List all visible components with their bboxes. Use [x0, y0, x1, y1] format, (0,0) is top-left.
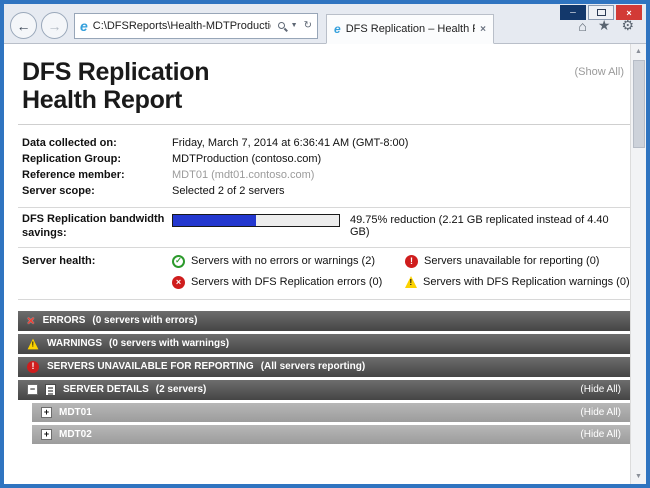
scroll-down-icon[interactable]: ▼ — [631, 469, 647, 484]
health-item-errors: × Servers with DFS Replication errors (0… — [172, 276, 397, 289]
close-button[interactable]: × — [616, 5, 642, 20]
forward-button[interactable]: → — [41, 12, 68, 39]
tab-close-icon[interactable]: × — [480, 24, 486, 35]
health-item-text: Servers with no errors or warnings (2) — [191, 255, 375, 267]
section-detail: (2 servers) — [156, 384, 207, 395]
field-value: Selected 2 of 2 servers — [172, 185, 285, 197]
address-url[interactable]: C:\DFSReports\Health-MDTProduction-07M — [93, 20, 271, 32]
maximize-button[interactable] — [588, 5, 614, 20]
section-detail: (All servers reporting) — [261, 361, 365, 372]
tab-title: DFS Replication – Health Re... — [346, 23, 475, 35]
ie-page-icon: e — [80, 19, 88, 33]
bandwidth-label: DFS Replication bandwidth savings: — [22, 213, 172, 241]
field-reference-member: Reference member: MDT01 (mdt01.contoso.c… — [22, 169, 630, 181]
minimize-button[interactable]: ─ — [560, 5, 586, 20]
health-item-text: Servers unavailable for reporting (0) — [424, 255, 599, 267]
section-warnings[interactable]: WARNINGS (0 servers with warnings) — [18, 334, 630, 354]
field-replication-group: Replication Group: MDTProduction (contos… — [22, 153, 630, 165]
field-data-collected: Data collected on: Friday, March 7, 2014… — [22, 137, 630, 149]
ie-tab-icon: e — [334, 23, 341, 35]
expand-icon[interactable]: + — [41, 429, 52, 440]
section-unavailable[interactable]: ! SERVERS UNAVAILABLE FOR REPORTING (All… — [18, 357, 630, 377]
collapse-icon[interactable]: − — [27, 384, 38, 395]
page-title-line2: Health Report — [22, 86, 182, 114]
health-item-warnings: Servers with DFS Replication warnings (0… — [405, 276, 630, 289]
section-errors[interactable]: × ERRORS (0 servers with errors) — [18, 311, 630, 331]
hide-all-link[interactable]: (Hide All) — [580, 384, 621, 395]
hide-all-link[interactable]: (Hide All) — [580, 429, 621, 440]
green-check-icon: ✓ — [172, 255, 185, 268]
section-detail: (0 servers with errors) — [92, 315, 197, 326]
scrollbar-thumb[interactable] — [633, 60, 645, 148]
error-x-icon: × — [27, 314, 35, 327]
field-value: Friday, March 7, 2014 at 6:36:41 AM (GMT… — [172, 137, 408, 149]
section-detail: (0 servers with warnings) — [109, 338, 229, 349]
vertical-scrollbar[interactable]: ▲ ▼ — [630, 44, 646, 484]
refresh-icon[interactable]: ↻ — [304, 20, 312, 31]
server-row-mdt02[interactable]: + MDT02 (Hide All) — [32, 425, 630, 444]
address-dropdown-icon[interactable]: ▼ — [291, 22, 298, 29]
section-server-details[interactable]: − SERVER DETAILS (2 servers) (Hide All) — [18, 380, 630, 400]
server-health-row: Server health: ✓ Servers with no errors … — [18, 247, 630, 300]
address-bar[interactable]: e C:\DFSReports\Health-MDTProduction-07M… — [74, 13, 318, 39]
bandwidth-text: 49.75% reduction (2.21 GB replicated ins… — [350, 213, 630, 238]
browser-toolbar: ← → e C:\DFSReports\Health-MDTProduction… — [4, 4, 646, 44]
page-content: DFS Replication Health Report (Show All)… — [4, 44, 646, 484]
server-name: MDT01 — [59, 407, 92, 418]
server-row-mdt01[interactable]: + MDT01 (Hide All) — [32, 403, 630, 422]
section-title: WARNINGS — [47, 338, 102, 349]
report-summary-fields: Data collected on: Friday, March 7, 2014… — [18, 125, 630, 207]
field-label: Reference member: — [22, 169, 172, 181]
server-health-grid: ✓ Servers with no errors or warnings (2)… — [172, 255, 630, 289]
hide-all-link[interactable]: (Hide All) — [580, 407, 621, 418]
warning-triangle-icon — [28, 338, 39, 349]
health-item-text: Servers with DFS Replication errors (0) — [191, 276, 382, 288]
search-icon[interactable] — [278, 22, 285, 29]
tab-dfs-replication-health-report[interactable]: e DFS Replication – Health Re... × — [326, 14, 494, 44]
health-item-ok: ✓ Servers with no errors or warnings (2) — [172, 255, 397, 268]
section-title: SERVERS UNAVAILABLE FOR REPORTING — [47, 361, 254, 372]
expand-icon[interactable]: + — [41, 407, 52, 418]
back-button[interactable]: ← — [10, 12, 37, 39]
field-value: MDTProduction (contoso.com) — [172, 153, 321, 165]
red-exclamation-icon: ! — [27, 361, 39, 373]
health-item-unavailable: ! Servers unavailable for reporting (0) — [405, 255, 630, 268]
field-label: Data collected on: — [22, 137, 172, 149]
field-label: Replication Group: — [22, 153, 172, 165]
page-title-line1: DFS Replication — [22, 58, 209, 86]
field-server-scope: Server scope: Selected 2 of 2 servers — [22, 185, 630, 197]
report-sections: × ERRORS (0 servers with errors) WARNING… — [18, 311, 630, 444]
server-health-label: Server health: — [22, 255, 172, 289]
maximize-icon — [597, 9, 606, 16]
field-value: MDT01 (mdt01.contoso.com) — [172, 169, 314, 181]
server-name: MDT02 — [59, 429, 92, 440]
report-header: DFS Replication Health Report (Show All) — [18, 54, 630, 125]
window-caption-buttons: ─ × — [558, 5, 642, 20]
health-item-text: Servers with DFS Replication warnings (0… — [423, 276, 630, 288]
bandwidth-progress-fill — [173, 215, 256, 226]
page-title: DFS Replication Health Report — [22, 58, 630, 114]
server-report-icon — [45, 384, 56, 396]
scroll-up-icon[interactable]: ▲ — [631, 44, 647, 59]
red-exclamation-icon: ! — [405, 255, 418, 268]
red-x-icon: × — [172, 276, 185, 289]
bandwidth-savings-row: DFS Replication bandwidth savings: 49.75… — [18, 207, 630, 247]
browser-window: ─ × ← → e C:\DFSReports\Health-MDTProduc… — [0, 0, 650, 488]
section-title: ERRORS — [43, 315, 86, 326]
bandwidth-progress-bar — [172, 214, 340, 227]
show-all-link[interactable]: (Show All) — [574, 66, 624, 78]
field-label: Server scope: — [22, 185, 172, 197]
yellow-warning-icon — [405, 276, 417, 288]
section-title: SERVER DETAILS — [63, 384, 149, 395]
